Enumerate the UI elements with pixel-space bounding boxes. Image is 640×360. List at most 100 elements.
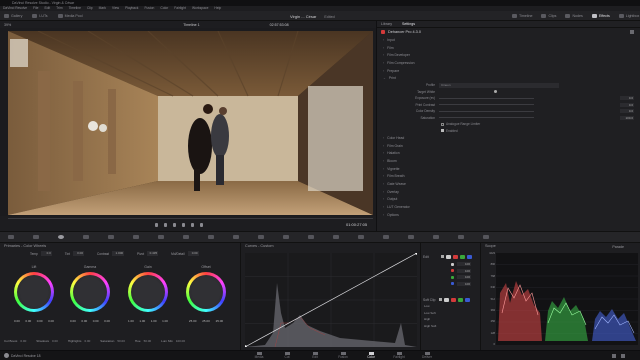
settings-icon[interactable]	[621, 354, 625, 358]
play-reverse-icon[interactable]	[164, 223, 167, 227]
section-color-head[interactable]: › Color Head	[377, 134, 640, 142]
section-vignette[interactable]: › Vignette	[377, 165, 640, 173]
gallery-button[interactable]: Gallery	[4, 14, 22, 18]
skip-forward-icon[interactable]	[191, 223, 194, 227]
info-icon[interactable]	[458, 235, 464, 239]
page-fairlight[interactable]: Fairlight	[388, 352, 410, 359]
play-icon[interactable]	[182, 223, 185, 227]
section-film-compression[interactable]: › Film Compression	[377, 59, 640, 67]
rgb-mixer-icon[interactable]	[83, 235, 89, 239]
nodes-button[interactable]: Nodes	[565, 14, 583, 18]
channel-blue-button[interactable]	[466, 254, 472, 259]
key-icon[interactable]	[333, 235, 339, 239]
print-contrast-slider[interactable]	[439, 104, 534, 106]
section-print[interactable]: ⌄ Print	[377, 74, 640, 82]
section-film-developer[interactable]: › Film Developer	[377, 51, 640, 59]
tint-value[interactable]: 0.00	[73, 251, 84, 256]
stop-icon[interactable]	[173, 223, 176, 227]
md-detail-value[interactable]: 0.00	[187, 251, 199, 256]
section-options[interactable]: › Options	[377, 211, 640, 219]
section-bloom[interactable]: › Bloom	[377, 157, 640, 165]
tracker-icon[interactable]	[258, 235, 264, 239]
channel-green-button[interactable]	[459, 254, 465, 259]
contrast-value[interactable]: 1.000	[112, 251, 125, 256]
trash-icon[interactable]	[630, 30, 634, 34]
curves-graph[interactable]	[245, 253, 417, 347]
loop-icon[interactable]	[200, 223, 203, 227]
offset-wheel[interactable]	[186, 272, 226, 312]
channel-red-button[interactable]	[452, 254, 458, 259]
section-gate-weave[interactable]: › Gate Weave	[377, 180, 640, 188]
magic-mask-icon[interactable]	[283, 235, 289, 239]
scopes-icon[interactable]	[433, 235, 439, 239]
profile-dropdown[interactable]: Cineon	[439, 83, 559, 88]
saturation-slider[interactable]	[439, 117, 534, 119]
soft-clip-blue-button[interactable]	[465, 297, 471, 302]
page-deliver[interactable]: Deliver	[416, 352, 438, 359]
color-wheels-icon[interactable]	[58, 235, 64, 239]
sizing-icon[interactable]	[358, 235, 364, 239]
section-overlay[interactable]: › Overlay	[377, 188, 640, 196]
color-match-icon[interactable]	[33, 235, 39, 239]
section-lut-generator[interactable]: › LUT Generator	[377, 203, 640, 211]
color-warper-icon[interactable]	[183, 235, 189, 239]
scrubber[interactable]	[8, 218, 373, 219]
page-color[interactable]: Color	[360, 352, 382, 359]
section-film[interactable]: › Film	[377, 44, 640, 52]
section-prepare[interactable]: › Prepare	[377, 67, 640, 75]
page-media[interactable]: Media	[248, 352, 270, 359]
lum-mix-value[interactable]: 100.00	[176, 339, 185, 343]
3d-icon[interactable]	[383, 235, 389, 239]
hue-value[interactable]: 50.00	[144, 339, 152, 343]
gain-wheel[interactable]	[128, 272, 168, 312]
section-halation[interactable]: › Halation	[377, 150, 640, 158]
scope-mode-dropdown[interactable]: Parade	[612, 245, 624, 249]
section-film-breath[interactable]: › Film Breath	[377, 173, 640, 181]
shadows-value[interactable]: 0.00	[52, 339, 58, 343]
skip-back-icon[interactable]	[155, 223, 158, 227]
lift-wheel[interactable]	[14, 272, 54, 312]
color-picker-icon[interactable]	[494, 90, 497, 94]
section-output[interactable]: › Output	[377, 196, 640, 204]
lightbox-button[interactable]: Lightbox	[618, 14, 639, 18]
soft-clip-green-button[interactable]	[458, 297, 464, 302]
timeline-selector[interactable]: Timeline 1	[183, 23, 199, 27]
soft-clip-link-icon[interactable]	[439, 298, 443, 301]
tab-library[interactable]: Library	[381, 21, 392, 28]
highlights-value[interactable]: 0.00	[84, 339, 90, 343]
soft-clip-white-button[interactable]	[444, 297, 450, 302]
analogue-range-limiter-checkbox[interactable]	[441, 122, 444, 126]
section-film-grain[interactable]: › Film Grain	[377, 142, 640, 150]
qualifier-icon[interactable]	[208, 235, 214, 239]
page-fusion[interactable]: Fusion	[332, 352, 354, 359]
soft-clip-high-soft[interactable]: High Soft	[424, 324, 480, 331]
blur-icon[interactable]	[308, 235, 314, 239]
media-pool-button[interactable]: Media Pool	[57, 14, 83, 18]
page-cut[interactable]: Cut	[276, 352, 298, 359]
motion-effects-icon[interactable]	[108, 235, 114, 239]
channel-white-button[interactable]	[445, 254, 451, 259]
keyframes-icon[interactable]	[483, 235, 489, 239]
link-icon[interactable]	[440, 255, 444, 258]
timeline-button[interactable]: Timeline	[512, 14, 532, 18]
temp-value[interactable]: 0.0	[40, 251, 52, 256]
clips-button[interactable]: Clips	[541, 14, 556, 18]
page-edit[interactable]: Edit	[304, 352, 326, 359]
saturation-value[interactable]: 50.00	[117, 339, 125, 343]
effects-button[interactable]: Effects	[591, 14, 610, 18]
zoom-level[interactable]: 39%	[4, 23, 11, 27]
video-viewer[interactable]	[8, 31, 373, 215]
stereo-icon[interactable]	[408, 235, 414, 239]
section-input[interactable]: › Input	[377, 36, 640, 44]
home-icon[interactable]	[612, 354, 616, 358]
pivot-value[interactable]: 0.435	[147, 251, 159, 256]
tab-settings[interactable]: Settings	[402, 21, 415, 28]
window-icon[interactable]	[233, 235, 239, 239]
soft-clip-red-button[interactable]	[451, 297, 457, 302]
exposure-slider[interactable]	[439, 97, 534, 99]
camera-raw-icon[interactable]	[8, 235, 14, 239]
col-boost-value[interactable]: 0.00	[20, 339, 26, 343]
gamma-wheel[interactable]	[70, 272, 110, 312]
color-density-slider[interactable]	[439, 110, 534, 112]
hdr-icon[interactable]	[133, 235, 139, 239]
